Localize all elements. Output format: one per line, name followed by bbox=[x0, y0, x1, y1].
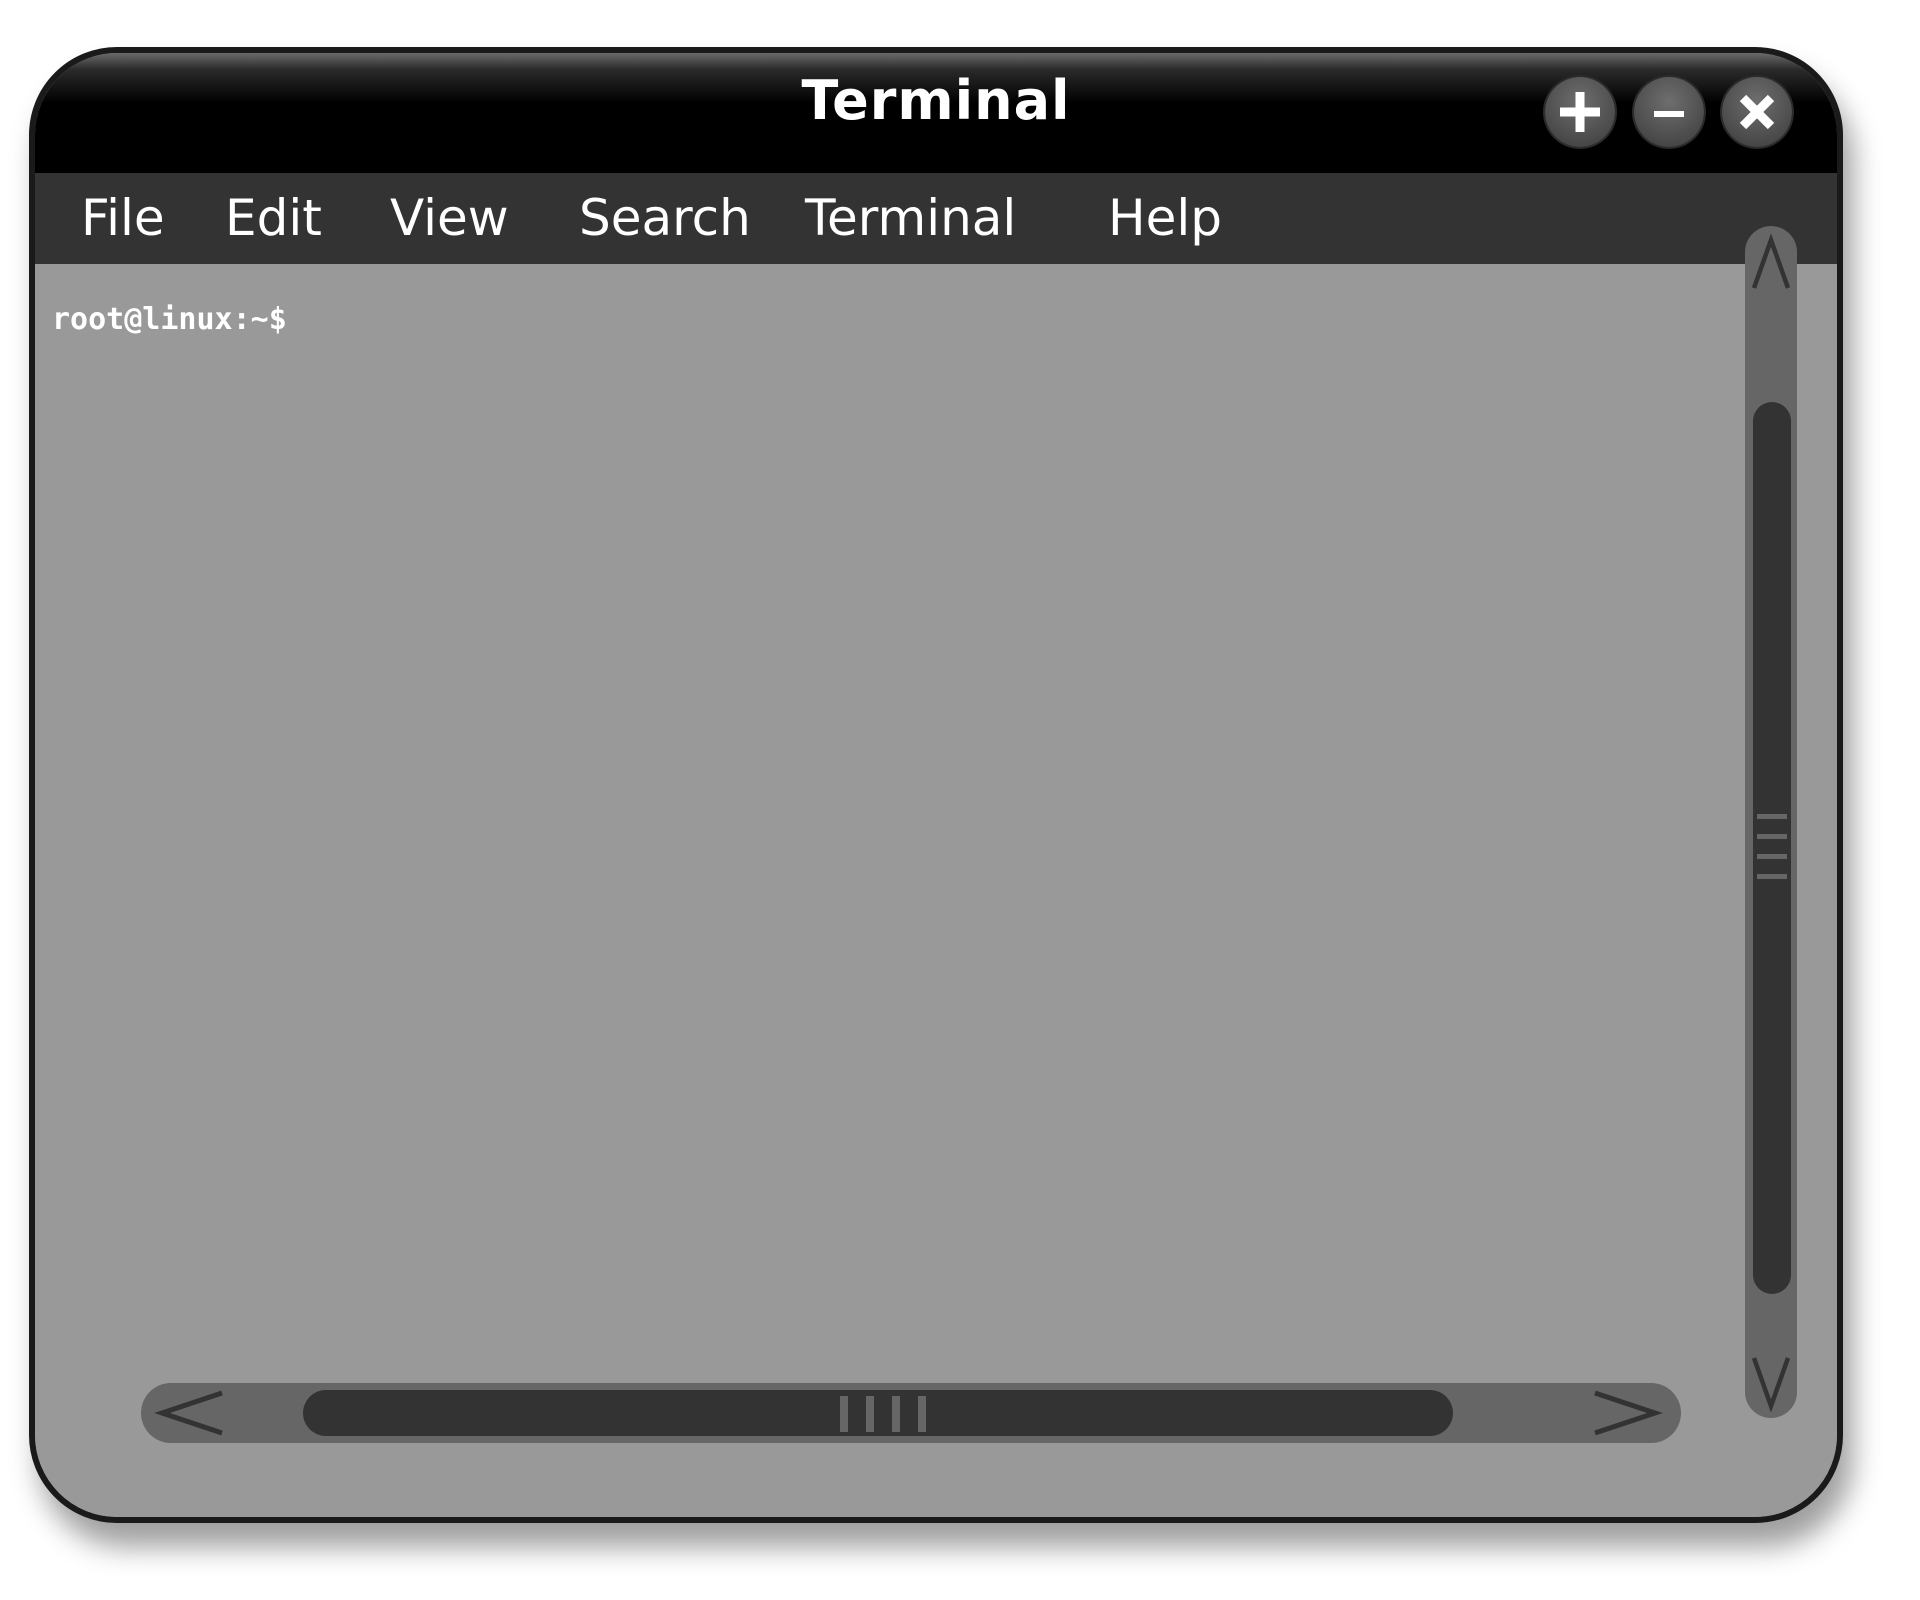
menu-edit[interactable]: Edit bbox=[225, 185, 322, 251]
scroll-left-icon[interactable] bbox=[154, 1383, 228, 1443]
menu-terminal[interactable]: Terminal bbox=[805, 185, 1016, 251]
horizontal-grip-icon bbox=[840, 1396, 926, 1432]
menu-view[interactable]: View bbox=[390, 185, 509, 251]
vertical-grip-icon bbox=[1757, 814, 1787, 879]
scroll-down-icon[interactable] bbox=[1745, 1352, 1797, 1412]
close-icon bbox=[1739, 94, 1775, 130]
terminal-output[interactable]: root@linux:~$ bbox=[35, 264, 1837, 1517]
scroll-up-icon[interactable] bbox=[1745, 234, 1797, 294]
title-bar[interactable]: Terminal bbox=[35, 53, 1837, 173]
menu-help[interactable]: Help bbox=[1108, 185, 1222, 251]
minus-icon bbox=[1654, 111, 1684, 117]
minimize-button[interactable] bbox=[1634, 77, 1704, 147]
close-button[interactable] bbox=[1722, 77, 1792, 147]
new-tab-button[interactable] bbox=[1545, 77, 1615, 147]
shell-prompt: root@linux:~$ bbox=[52, 302, 287, 337]
menu-bar: File Edit View Search Terminal Help bbox=[35, 173, 1837, 264]
terminal-window: Terminal File Edit View Search Terminal … bbox=[29, 47, 1843, 1523]
menu-file[interactable]: File bbox=[81, 185, 165, 251]
menu-search[interactable]: Search bbox=[579, 185, 751, 251]
scroll-right-icon[interactable] bbox=[1589, 1383, 1663, 1443]
plus-icon bbox=[1560, 92, 1600, 132]
